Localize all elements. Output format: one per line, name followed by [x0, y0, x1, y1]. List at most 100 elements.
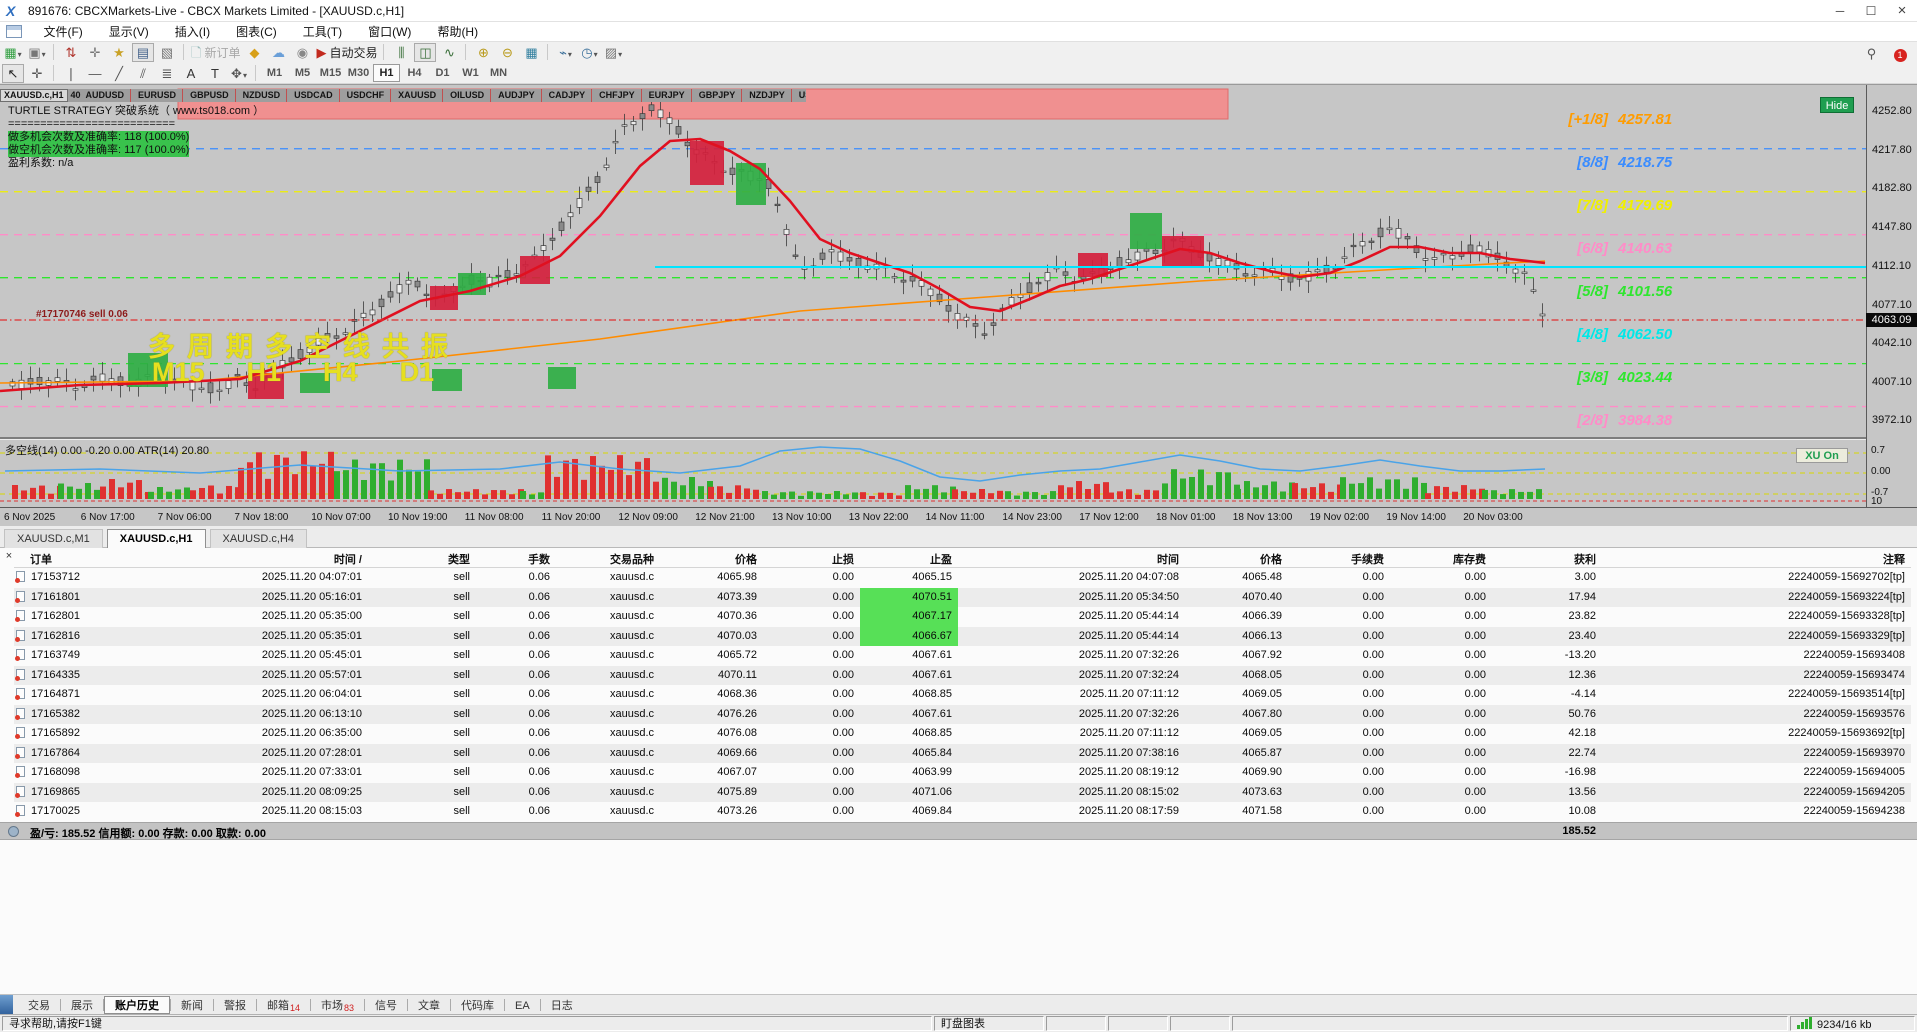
bottom-tab-7[interactable]: 信号	[365, 997, 407, 1015]
zoom-in-icon[interactable]: ⊕	[472, 43, 494, 62]
channel-icon[interactable]: ⫽	[132, 64, 154, 83]
autotrading-icon[interactable]: ▶ 自动交易	[315, 43, 378, 62]
close-button[interactable]: ×	[1887, 0, 1917, 22]
bottom-tab-4[interactable]: 警报	[214, 997, 256, 1015]
order-row[interactable]: 17170025 2025.11.20 08:15:03 sell 0.06 xauus…	[14, 802, 1911, 822]
metaeditor-icon[interactable]: ◆	[243, 43, 265, 62]
column-header-9[interactable]: 价格	[1185, 548, 1288, 567]
timeframe-m1-button[interactable]: M1	[261, 64, 288, 82]
xu-toggle-button[interactable]: XU On	[1796, 448, 1848, 463]
column-header-7[interactable]: 止盈	[860, 548, 958, 567]
order-row[interactable]: 17161801 2025.11.20 05:16:01 sell 0.06 xauus…	[14, 587, 1911, 607]
timeframe-h1-button[interactable]: H1	[373, 64, 400, 82]
bottom-tab-6[interactable]: 市场83	[311, 997, 364, 1015]
bottom-tab-8[interactable]: 文章	[408, 997, 450, 1015]
order-row[interactable]: 17163749 2025.11.20 05:45:01 sell 0.06 xauus…	[14, 646, 1911, 666]
menu-item-1[interactable]: 显示(V)	[96, 22, 162, 42]
bottom-tab-11[interactable]: 日志	[541, 997, 583, 1015]
order-row[interactable]: 17162801 2025.11.20 05:35:00 sell 0.06 xauus…	[14, 607, 1911, 627]
bottom-tab-9[interactable]: 代码库	[451, 997, 504, 1015]
symbol-chip-usdcad[interactable]: USDCAD	[294, 89, 340, 102]
order-row[interactable]: 17168098 2025.11.20 07:33:01 sell 0.06 xauus…	[14, 763, 1911, 783]
column-header-11[interactable]: 库存费	[1390, 548, 1492, 567]
order-row[interactable]: 17164335 2025.11.20 05:57:01 sell 0.06 xauus…	[14, 665, 1911, 685]
bottom-tab-1[interactable]: 展示	[61, 997, 103, 1015]
menu-item-2[interactable]: 插入(I)	[162, 22, 223, 42]
symbol-chip-nzdjpy[interactable]: NZDJPY	[749, 89, 792, 102]
order-row[interactable]: 17165382 2025.11.20 06:13:10 sell 0.06 xauus…	[14, 704, 1911, 724]
new-order-icon[interactable]: 🗋 新订单	[190, 43, 241, 62]
tile-windows-icon[interactable]: ▦	[520, 43, 542, 62]
timeframe-d1-button[interactable]: D1	[429, 64, 456, 82]
symbol-chip-audjpy[interactable]: AUDJPY	[498, 89, 542, 102]
symbol-chip-cadjpy[interactable]: CADJPY	[549, 89, 593, 102]
timeframe-w1-button[interactable]: W1	[457, 64, 484, 82]
symbol-chip-nzdusd[interactable]: NZDUSD	[243, 89, 288, 102]
label-icon[interactable]: T	[204, 64, 226, 83]
bottom-tab-3[interactable]: 新闻	[171, 997, 213, 1015]
symbol-chip-eurjpy[interactable]: EURJPY	[649, 89, 692, 102]
column-header-12[interactable]: 获利	[1492, 548, 1602, 567]
points-badge-icon[interactable]	[0, 995, 13, 1015]
market-watch-icon[interactable]: ⇅	[60, 43, 82, 62]
symbol-chip-eurusd[interactable]: EURUSD	[138, 89, 184, 102]
new-chart-icon[interactable]: ▦▾	[2, 43, 24, 62]
order-row[interactable]: 17169865 2025.11.20 08:09:25 sell 0.06 xauus…	[14, 782, 1911, 802]
order-row[interactable]: 17164871 2025.11.20 06:04:01 sell 0.06 xauus…	[14, 685, 1911, 705]
fibonacci-icon[interactable]: ≣	[156, 64, 178, 83]
hide-button[interactable]: Hide	[1820, 97, 1854, 113]
chart-tab-xauusdch4[interactable]: XAUUSD.c,H4	[209, 529, 308, 548]
zoom-out-icon[interactable]: ⊖	[496, 43, 518, 62]
crosshair-icon[interactable]: ✛	[26, 64, 48, 83]
menu-item-0[interactable]: 文件(F)	[30, 22, 95, 42]
column-header-6[interactable]: 止损	[763, 548, 860, 567]
symbol-chip-oilusd[interactable]: OILUSD	[450, 89, 492, 102]
text-icon[interactable]: A	[180, 64, 202, 83]
column-header-2[interactable]: 类型	[368, 548, 476, 567]
chart-area[interactable]: XAUUSD.c,H1 40 AUDUSD EURUSD GBPUSD NZDUSD USD…	[0, 84, 1917, 527]
chart-tab-xauusdcm1[interactable]: XAUUSD.c,M1	[4, 529, 103, 548]
symbol-chip-gbpusd[interactable]: GBPUSD	[190, 89, 236, 102]
bar-chart-icon[interactable]: ⫼	[390, 43, 412, 62]
column-header-4[interactable]: 交易品种	[556, 548, 660, 567]
navigator-icon[interactable]: ★	[108, 43, 130, 62]
symbol-chip-audusd[interactable]: AUDUSD	[86, 89, 132, 102]
profiles-icon[interactable]: ▣▾	[26, 43, 48, 62]
column-header-8[interactable]: 时间	[958, 548, 1185, 567]
bottom-tab-2[interactable]: 账户历史	[104, 996, 170, 1014]
symbol-chip-xauusd[interactable]: XAUUSD	[398, 89, 444, 102]
cursor-icon[interactable]: ↖	[2, 64, 24, 83]
line-chart-icon[interactable]: ∿	[438, 43, 460, 62]
column-header-3[interactable]: 手数	[476, 548, 556, 567]
column-header-5[interactable]: 价格	[660, 548, 763, 567]
timeframe-h4-button[interactable]: H4	[401, 64, 428, 82]
maximize-button[interactable]: ☐	[1856, 0, 1886, 22]
minimize-button[interactable]: ─	[1825, 0, 1855, 22]
terminal-icon[interactable]: ▤	[132, 43, 154, 62]
timeframe-mn-button[interactable]: MN	[485, 64, 512, 82]
symbol-chip-usdchf[interactable]: USDCHF	[347, 89, 392, 102]
order-row[interactable]: 17167864 2025.11.20 07:28:01 sell 0.06 xauus…	[14, 743, 1911, 763]
timeframe-m30-button[interactable]: M30	[345, 64, 372, 82]
candlestick-chart-icon[interactable]: ◫	[414, 43, 437, 62]
arrows-tool-icon[interactable]: ✥▾	[228, 64, 250, 83]
symbol-chip-usdjpy[interactable]: USDJPY	[799, 89, 806, 102]
chart-tab-xauusdch1[interactable]: XAUUSD.c,H1	[106, 529, 206, 548]
bottom-tab-0[interactable]: 交易	[18, 997, 60, 1015]
column-header-0[interactable]: 订单	[14, 548, 185, 567]
column-header-13[interactable]: 注释	[1602, 548, 1911, 567]
cloud-icon[interactable]: ☁	[267, 43, 289, 62]
data-window-icon[interactable]: ✛	[84, 43, 106, 62]
time-axis[interactable]: 6 Nov 2025 6 Nov 17:00 7 Nov 06:00 7 Nov 18…	[0, 507, 1917, 527]
vertical-line-icon[interactable]: ❘	[60, 64, 82, 83]
indicators-icon[interactable]: ⌁▾	[554, 43, 576, 62]
orders-table-header[interactable]: 订单 时间 / 类型 手数 交易品种 价格 止损 止盈 时间 价格 手续费 库存费 获利 注释	[14, 548, 1911, 568]
column-header-10[interactable]: 手续费	[1288, 548, 1390, 567]
menu-item-6[interactable]: 帮助(H)	[424, 22, 491, 42]
timeframe-m5-button[interactable]: M5	[289, 64, 316, 82]
symbol-chip-gbpjpy[interactable]: GBPJPY	[699, 89, 743, 102]
order-row[interactable]: 17153712 2025.11.20 04:07:01 sell 0.06 xauus…	[14, 568, 1911, 588]
notification-icon[interactable]: 1	[1889, 44, 1911, 63]
column-header-1[interactable]: 时间 /	[185, 548, 368, 567]
templates-icon[interactable]: ▨▾	[602, 43, 624, 62]
